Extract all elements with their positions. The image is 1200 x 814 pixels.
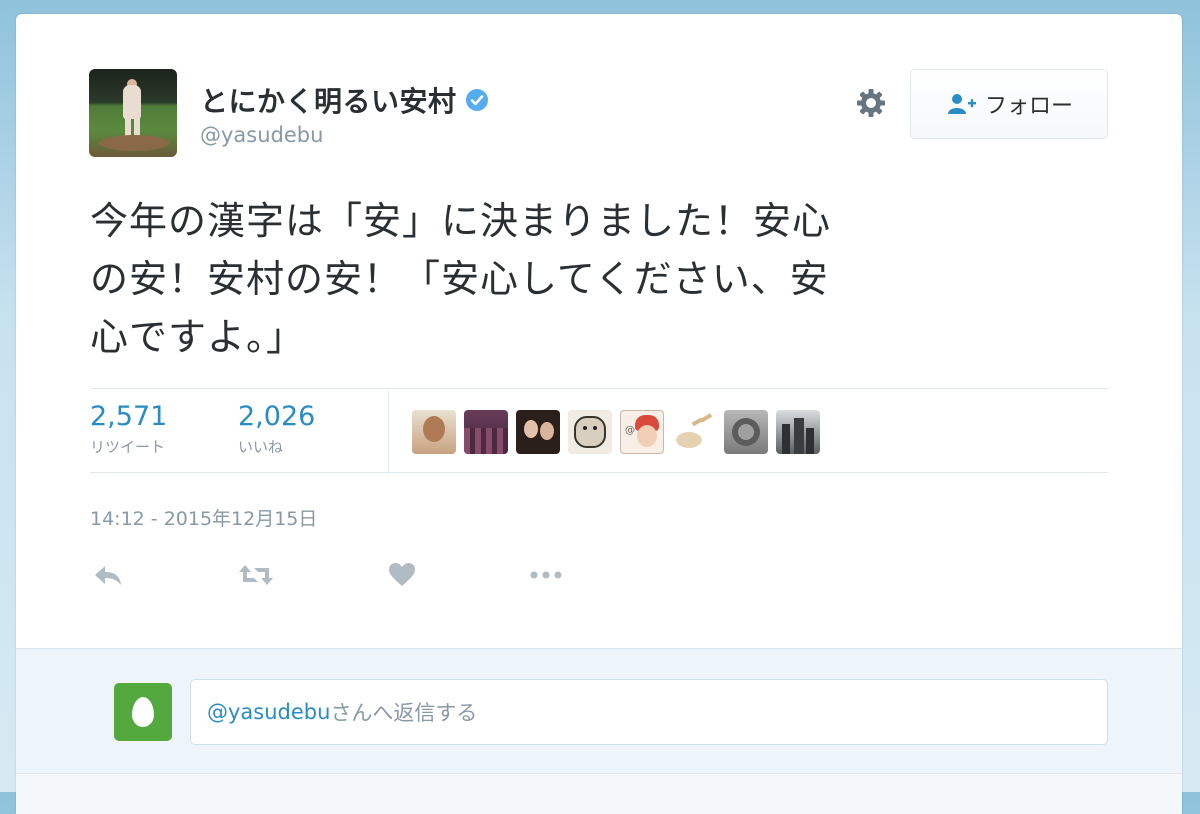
reply-area: @yasudebu さんへ返信する	[16, 648, 1182, 814]
liker-avatar[interactable]	[412, 410, 456, 454]
stats-separator	[388, 390, 389, 474]
user-avatar	[114, 683, 172, 741]
egg-icon	[132, 697, 154, 727]
liker-avatar[interactable]	[464, 410, 508, 454]
add-user-icon	[947, 94, 976, 114]
liker-avatar[interactable]	[568, 410, 612, 454]
reply-input[interactable]: @yasudebu さんへ返信する	[190, 679, 1108, 745]
reply-placeholder: さんへ返信する	[330, 701, 478, 725]
like-stat[interactable]: 2,026 いいね	[238, 402, 315, 457]
retweet-label: リツイート	[90, 438, 166, 456]
follow-button-label: フォロー	[984, 94, 1073, 119]
liker-avatar[interactable]	[724, 410, 768, 454]
display-name-text: とにかく明るい安村	[200, 85, 457, 118]
avatar-leg	[134, 117, 140, 137]
gear-icon[interactable]	[854, 86, 888, 120]
tweet-text-line-1: 今年の漢字は「安」に決まりました！安心	[90, 199, 832, 243]
avatar-figure	[123, 85, 141, 119]
retweet-stat[interactable]: 2,571 リツイート	[90, 402, 167, 457]
like-count: 2,026	[238, 401, 316, 432]
tweet-text: 今年の漢字は「安」に決まりました！安心 の安！安村の安！「安心してください、安 心で…	[90, 192, 1090, 366]
like-label: いいね	[238, 438, 284, 456]
tweet-text-line-3: 心ですよ。」	[90, 315, 306, 359]
liker-avatars: @	[412, 410, 820, 454]
liker-avatar[interactable]	[516, 410, 560, 454]
follow-button[interactable]: フォロー	[910, 69, 1108, 139]
more-icon[interactable]	[528, 560, 564, 590]
stats-divider-bottom	[90, 472, 1108, 473]
verified-badge-icon	[465, 89, 488, 111]
author-display-name[interactable]: とにかく明るい安村	[200, 80, 489, 120]
avatar-leg	[125, 117, 131, 137]
tweet-text-line-2: の安！安村の安！「安心してください、安	[90, 257, 829, 301]
liker-avatar[interactable]	[776, 410, 820, 454]
author-avatar[interactable]	[89, 69, 177, 157]
author-handle[interactable]: @yasudebu	[200, 123, 323, 147]
reply-mention: @yasudebu	[207, 700, 331, 724]
reply-icon[interactable]	[90, 560, 126, 590]
tweet-timestamp[interactable]: 14:12 - 2015年12月15日	[90, 504, 317, 531]
avatar-mound	[99, 135, 169, 151]
retweet-count: 2,571	[90, 401, 168, 432]
stats-divider-top	[90, 388, 1108, 389]
like-icon[interactable]	[384, 560, 420, 590]
liker-avatar[interactable]: @	[620, 410, 664, 454]
retweet-icon[interactable]	[238, 560, 274, 590]
liker-avatar[interactable]	[672, 410, 716, 454]
reply-area-footer	[16, 773, 1182, 814]
tweet-card: とにかく明るい安村 @yasudebu フォロー 今年の漢字は「安」に決まりまし…	[16, 14, 1182, 814]
